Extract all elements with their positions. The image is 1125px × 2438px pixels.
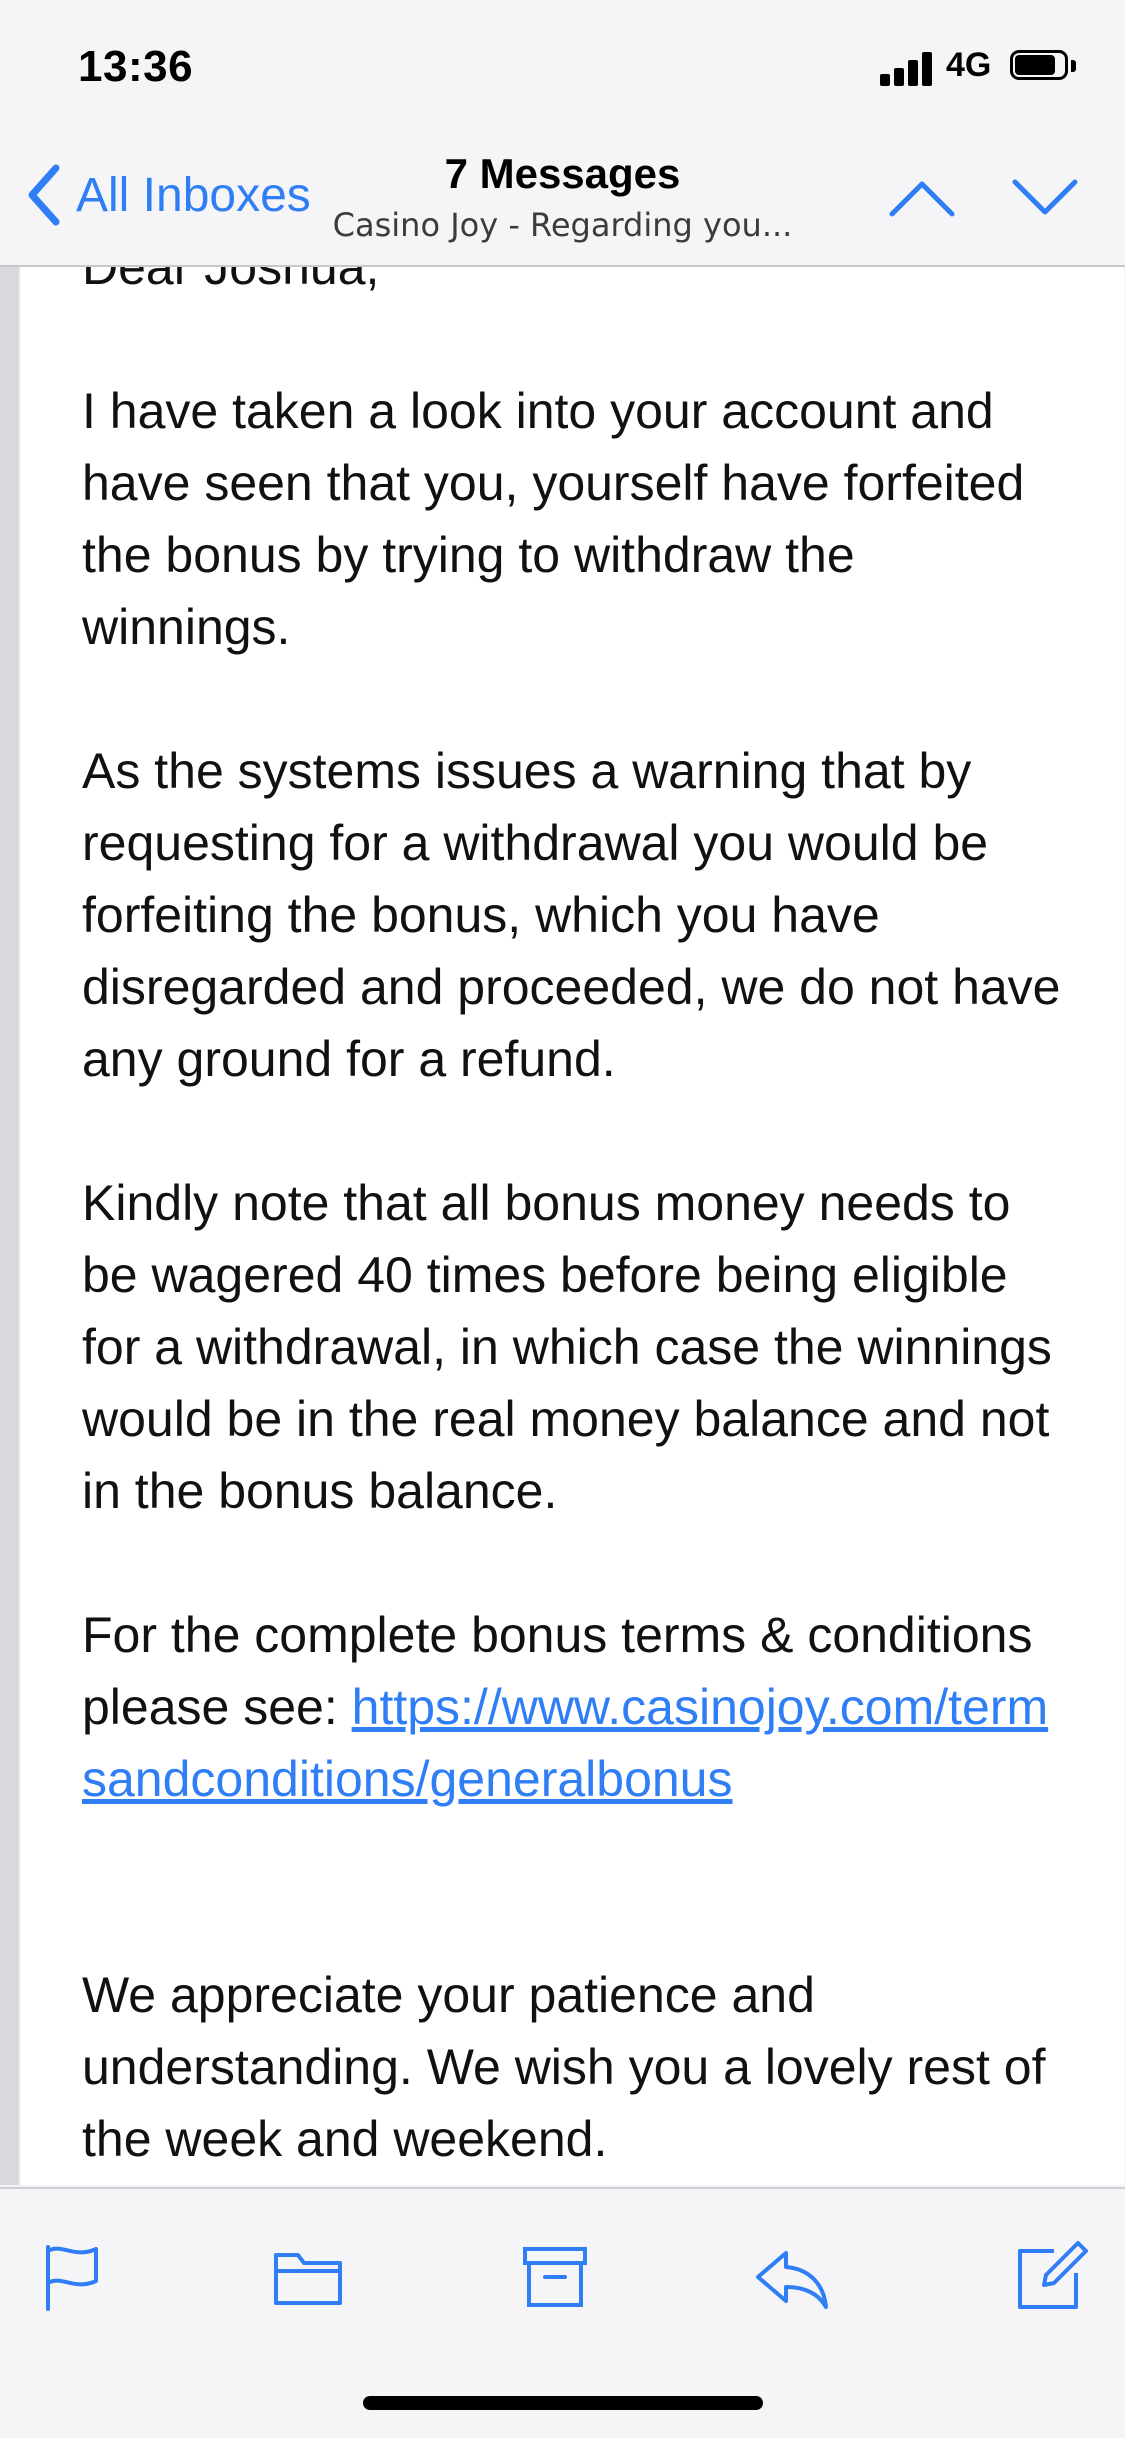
archive-icon [523,2247,587,2307]
paragraph-wagering: Kindly note that all bonus money needs t… [82,1167,1072,1527]
back-button[interactable]: All Inboxes [22,160,311,230]
thread-count-title: 7 Messages [444,150,681,197]
chevron-left-icon [28,164,60,226]
reply-button[interactable] [752,2237,832,2317]
paragraph-text: As the systems issues a warning that by … [82,743,1061,1087]
paragraph-account: I have taken a look into your account an… [82,375,1072,663]
paragraph-text: Kindly note that all bonus money needs t… [82,1175,1052,1519]
paragraph-closing: We appreciate your patience and understa… [82,1959,1072,2175]
network-type: 4G [946,46,992,84]
navigation-bar: All Inboxes 7 Messages Casino Joy - Rega… [0,140,1125,267]
next-message-button[interactable] [1007,168,1083,228]
paragraph-warning: As the systems issues a warning that by … [82,735,1072,1095]
greeting: Dear Joshua, [82,267,380,295]
reply-icon [756,2251,828,2309]
card-edge [0,267,18,2185]
message-body[interactable]: Dear Joshua, I have taken a look into yo… [18,267,1124,2185]
archive-button[interactable] [515,2237,595,2317]
compose-button[interactable] [1010,2237,1090,2317]
folder-icon [274,2253,342,2305]
previous-message-button[interactable] [884,168,960,228]
paragraph-text: I have taken a look into your account an… [82,383,1025,655]
paragraph-terms: For the complete bonus terms & condition… [82,1599,1072,1815]
home-indicator[interactable] [363,2396,763,2410]
compose-icon [1018,2241,1088,2309]
status-bar: 13:36 4G [0,0,1125,140]
cellular-signal-icon [880,50,936,86]
flag-icon [46,2245,98,2311]
battery-icon [1010,50,1078,84]
back-label: All Inboxes [76,168,311,222]
thread-subject: Casino Joy - Regarding you... [332,206,793,244]
chevron-down-icon [1012,179,1078,215]
flag-button[interactable] [34,2237,114,2317]
chevron-up-icon [889,181,955,217]
paragraph-text: We appreciate your patience and understa… [82,1967,1046,2167]
move-to-folder-button[interactable] [268,2237,348,2317]
status-time: 13:36 [78,42,194,91]
